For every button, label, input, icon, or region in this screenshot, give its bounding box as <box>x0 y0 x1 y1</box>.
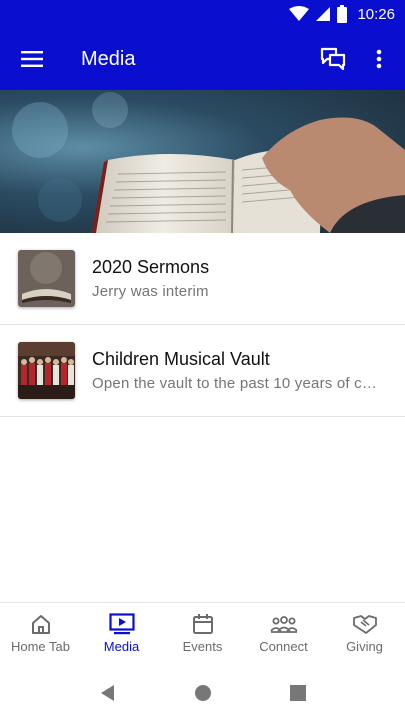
tab-home[interactable]: Home Tab <box>0 603 81 666</box>
tab-label: Giving <box>346 639 383 654</box>
menu-button[interactable] <box>0 28 64 90</box>
bottom-navigation: Home Tab Media Events Connect Giving <box>0 602 405 666</box>
item-title: 2020 Sermons <box>92 256 210 277</box>
recents-icon[interactable] <box>289 684 307 702</box>
group-icon <box>269 616 298 633</box>
overflow-menu-button[interactable] <box>357 28 401 90</box>
battery-icon <box>337 5 348 23</box>
media-list: 2020 Sermons Jerry was interim Children … <box>0 233 405 417</box>
item-subtitle: Open the vault to the past 10 years of c… <box>92 374 385 392</box>
handshake-icon <box>352 615 377 634</box>
open-bible-illustration <box>12 92 405 233</box>
more-vert-icon <box>376 49 382 69</box>
back-icon[interactable] <box>99 684 117 702</box>
tab-giving[interactable]: Giving <box>324 603 405 666</box>
chat-button[interactable] <box>309 28 357 90</box>
tab-label: Home Tab <box>10 639 70 654</box>
home-icon <box>31 615 50 634</box>
tab-label: Connect <box>259 639 308 654</box>
page-title: Media <box>81 47 136 70</box>
app-bar: Media <box>0 28 405 90</box>
bible-thumbnail <box>18 250 75 307</box>
list-item[interactable]: 2020 Sermons Jerry was interim <box>0 233 405 325</box>
media-play-icon <box>108 613 135 635</box>
tab-label: Media <box>103 639 140 654</box>
hero-banner-image <box>0 90 405 233</box>
tab-events[interactable]: Events <box>162 603 243 666</box>
home-circle-icon[interactable] <box>194 684 212 702</box>
system-navigation-bar <box>0 666 405 720</box>
calendar-icon <box>192 614 213 634</box>
wifi-icon <box>289 6 310 21</box>
cell-signal-icon <box>316 7 331 21</box>
item-subtitle: Jerry was interim <box>92 282 209 300</box>
choir-thumbnail <box>18 342 75 399</box>
hamburger-menu-icon <box>21 51 43 67</box>
status-time: 10:26 <box>357 5 395 23</box>
tab-label: Events <box>182 639 223 654</box>
list-item[interactable]: Children Musical Vault Open the vault to… <box>0 325 405 417</box>
tab-media[interactable]: Media <box>81 603 162 666</box>
tab-connect[interactable]: Connect <box>243 603 324 666</box>
item-title: Children Musical Vault <box>92 348 270 369</box>
status-bar: 10:26 <box>0 0 405 28</box>
chat-bubbles-icon <box>320 47 346 71</box>
